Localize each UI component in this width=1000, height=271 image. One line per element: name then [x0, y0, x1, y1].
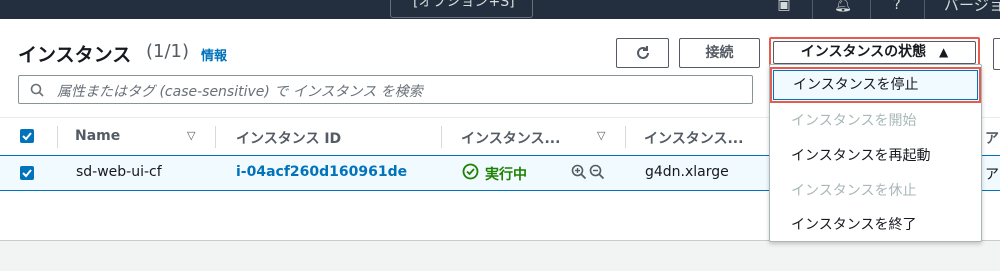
- menu-item-hibernate-instance: インスタンスを休止: [791, 183, 917, 199]
- check-icon: [22, 132, 32, 141]
- refresh-button[interactable]: [616, 38, 669, 68]
- instance-id-link[interactable]: i-04acf260d160961de: [236, 164, 407, 180]
- global-search-input[interactable]: [オプション+S]: [390, 0, 533, 18]
- button-focus-ring: [773, 41, 976, 64]
- column-header-instance-state[interactable]: インスタンス...: [461, 128, 560, 148]
- instance-search-input[interactable]: 属性またはタグ (case-sensitive) で インスタンス を検索: [18, 75, 753, 104]
- search-icon: [30, 83, 44, 97]
- instance-name: sd-web-ui-cf: [76, 164, 162, 180]
- column-divider: [441, 126, 442, 148]
- search-placeholder: 属性またはタグ (case-sensitive) で インスタンス を検索: [57, 84, 423, 100]
- menu-item-start-instance: インスタンスを開始: [791, 113, 917, 129]
- select-all-checkbox[interactable]: [20, 129, 34, 143]
- column-header-instance-id[interactable]: インスタンス ID: [236, 128, 341, 148]
- connect-button[interactable]: 接続: [679, 38, 760, 68]
- info-link[interactable]: 情報: [201, 45, 227, 64]
- nav-divider: [812, 0, 813, 19]
- column-header-name[interactable]: Name: [75, 128, 120, 144]
- instance-state: 実行中: [485, 167, 527, 183]
- column-header-instance-type[interactable]: インスタンス...: [644, 128, 743, 148]
- zoom-out-icon[interactable]: [589, 164, 605, 184]
- instance-state-menu: インスタンスを停止 インスタンスを開始 インスタンスを再起動 インスタンスを休止…: [769, 64, 982, 242]
- bell-icon[interactable]: 🔔︎: [834, 0, 852, 14]
- column-divider: [215, 126, 216, 148]
- instance-type: g4dn.xlarge: [645, 164, 729, 180]
- cloudshell-icon[interactable]: ▣: [775, 0, 793, 14]
- user-menu[interactable]: バージョン: [944, 0, 1000, 15]
- column-header-extra[interactable]: ア: [985, 128, 999, 148]
- top-navigation-bar: [オプション+S] ▣ 🔔︎ ? バージョン: [0, 0, 1000, 19]
- menu-item-terminate-instance[interactable]: インスタンスを終了: [770, 207, 981, 243]
- menu-item-stop-instance[interactable]: インスタンスを停止: [770, 67, 981, 103]
- actions-button[interactable]: [993, 38, 1000, 70]
- menu-item-reboot-instance[interactable]: インスタンスを再起動: [770, 138, 981, 174]
- sort-icon[interactable]: ▽: [187, 129, 195, 142]
- help-icon[interactable]: ?: [888, 0, 906, 14]
- nav-divider: [870, 0, 871, 19]
- menu-item-label: インスタンスを停止: [793, 77, 919, 93]
- running-status-icon: [462, 163, 479, 184]
- refresh-icon: [636, 46, 649, 59]
- sort-icon[interactable]: ▽: [597, 129, 605, 142]
- check-icon: [22, 169, 32, 178]
- column-divider: [57, 126, 58, 148]
- zoom-in-icon[interactable]: [571, 164, 587, 184]
- row-checkbox[interactable]: [20, 166, 34, 180]
- extra-cell: ア: [985, 167, 999, 183]
- nav-divider: [924, 0, 925, 19]
- column-divider: [625, 126, 626, 148]
- search-shortcut-hint: [オプション+S]: [413, 0, 515, 10]
- instance-count: (1/1): [146, 41, 190, 62]
- page-title: インスタンス: [18, 44, 132, 66]
